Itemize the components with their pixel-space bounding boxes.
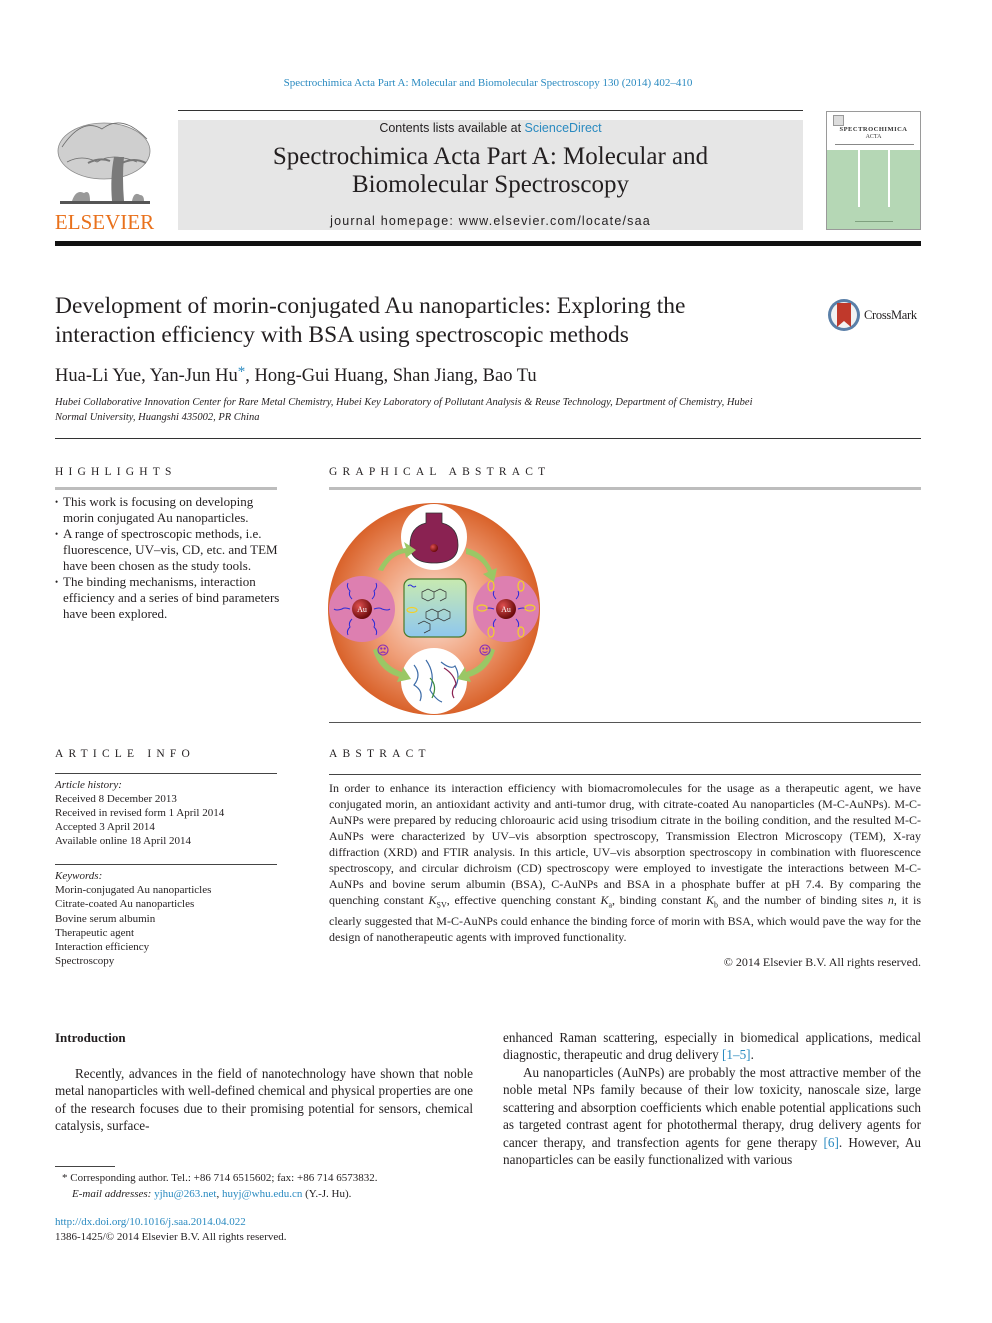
contents-line: Contents lists available at ScienceDirec…: [178, 121, 803, 135]
cover-title-2: ACTA: [865, 134, 882, 140]
doi-link[interactable]: http://dx.doi.org/10.1016/j.saa.2014.04.…: [55, 1216, 246, 1228]
keywords-rule: [55, 864, 277, 865]
article-info-heading: ARTICLE INFO: [55, 748, 195, 760]
highlights-rule: [55, 487, 277, 490]
sciencedirect-link[interactable]: ScienceDirect: [525, 121, 602, 135]
header-bottom-rule: [55, 241, 921, 246]
crossmark-button[interactable]: CrossMark: [827, 298, 927, 334]
article-info-rule: [55, 773, 277, 774]
history-item: Accepted 3 April 2014: [55, 821, 155, 833]
keywords: Keywords: Morin-conjugated Au nanopartic…: [55, 869, 277, 968]
title-divider: [55, 438, 921, 439]
elsevier-logo[interactable]: ELSEVIER: [52, 117, 157, 235]
cover-stripe: [888, 150, 890, 207]
email-line: E-mail addresses: yjhu@263.net, huyj@whu…: [62, 1186, 482, 1202]
keyword-item: Spectroscopy: [55, 955, 115, 968]
authors-part2: , Hong-Gui Huang, Shan Jiang, Bao Tu: [245, 366, 537, 386]
introduction-heading: Introduction: [55, 1030, 126, 1045]
ksv-symbol: K: [428, 893, 437, 907]
kb-symbol: K: [705, 893, 714, 907]
graphical-abstract-rule: [329, 487, 921, 490]
highlight-item: A range of spectroscopic methods, i.e. f…: [55, 526, 280, 574]
article-title-line2: interaction efficiency with BSA using sp…: [55, 322, 629, 348]
graphical-abstract-figure[interactable]: Au Au: [326, 500, 542, 718]
keyword-item: Therapeutic agent: [55, 926, 135, 939]
journal-homepage-link[interactable]: journal homepage: www.elsevier.com/locat…: [178, 214, 803, 228]
paragraph-text: enhanced Raman scattering, especially in…: [503, 1030, 921, 1063]
corresponding-author-note: * Corresponding author. Tel.: +86 714 65…: [62, 1170, 482, 1186]
crossmark-icon: [828, 299, 860, 331]
history-item: Received in revised form 1 April 2014: [55, 807, 225, 819]
journal-title-line2: Biomolecular Spectroscopy: [351, 171, 629, 198]
keyword-item: Citrate-coated Au nanoparticles: [55, 898, 195, 911]
highlight-item: The binding mechanisms, interaction effi…: [55, 574, 280, 622]
abstract-copyright: © 2014 Elsevier B.V. All rights reserved…: [723, 955, 921, 969]
reference-link[interactable]: [6]: [823, 1135, 838, 1150]
keyword-item: Interaction efficiency: [55, 941, 150, 954]
history-item: Received 8 December 2013: [55, 793, 177, 805]
abstract-heading: ABSTRACT: [329, 748, 431, 760]
footnote-rule: [55, 1166, 115, 1167]
email-owner: (Y.-J. Hu).: [302, 1188, 352, 1200]
journal-citation-link[interactable]: Spectrochimica Acta Part A: Molecular an…: [0, 77, 976, 89]
authors-part1: Hua-Li Yue, Yan-Jun Hu: [55, 366, 238, 386]
cover-subtitle-line: [835, 144, 914, 145]
article-title: Development of morin-conjugated Au nanop…: [55, 292, 795, 350]
footnote: * Corresponding author. Tel.: +86 714 65…: [62, 1170, 482, 1202]
highlights-list: This work is focusing on developing mori…: [55, 494, 280, 622]
abstract-text-part: , binding constant: [612, 893, 706, 907]
article-history-label: Article history:: [55, 779, 122, 791]
abstract-text-part: , effective quenching constant: [446, 893, 601, 907]
graphical-abstract-bottom-rule: [329, 722, 921, 723]
keywords-label: Keywords:: [55, 870, 103, 882]
cover-publisher-icon: [833, 115, 844, 126]
intro-paragraph-right-1: enhanced Raman scattering, especially in…: [503, 1029, 921, 1064]
elsevier-wordmark: ELSEVIER: [54, 210, 155, 234]
affiliation-line2: Normal University, Huangshi 435002, PR C…: [55, 412, 260, 423]
affiliation: Hubei Collaborative Innovation Center fo…: [55, 395, 875, 425]
highlight-item: This work is focusing on developing mori…: [55, 494, 280, 526]
intro-paragraph-right-2: Au nanoparticles (AuNPs) are probably th…: [503, 1064, 921, 1168]
affiliation-line1: Hubei Collaborative Innovation Center fo…: [55, 397, 753, 408]
email-link-1[interactable]: yjhu@263.net: [154, 1188, 216, 1200]
reference-link[interactable]: [1–5]: [722, 1047, 751, 1062]
abstract-rule: [329, 774, 921, 775]
cover-footer-line: [855, 221, 893, 222]
history-item: Available online 18 April 2014: [55, 835, 192, 847]
journal-title: Spectrochimica Acta Part A: Molecular an…: [178, 143, 803, 199]
graphical-abstract-diagram: Au Au: [328, 503, 540, 715]
cover-stripe: [858, 150, 860, 207]
ksv-subscript: SV: [436, 900, 447, 910]
abstract-text: In order to enhance its interaction effi…: [329, 780, 921, 945]
email-label: E-mail addresses:: [72, 1188, 152, 1200]
issn-copyright: 1386-1425/© 2014 Elsevier B.V. All right…: [55, 1231, 287, 1243]
keyword-item: Bovine serum albumin: [55, 912, 156, 925]
article-title-line1: Development of morin-conjugated Au nanop…: [55, 293, 686, 319]
header-top-rule: [178, 110, 803, 111]
corresponding-text: Corresponding author. Tel.: +86 714 6515…: [70, 1172, 378, 1184]
keyword-item: Morin-conjugated Au nanoparticles: [55, 884, 212, 897]
footnote-star: *: [62, 1172, 68, 1184]
author-list: Hua-Li Yue, Yan-Jun Hu*, Hong-Gui Huang,…: [55, 364, 537, 387]
journal-title-line1: Spectrochimica Acta Part A: Molecular an…: [272, 143, 709, 170]
email-link-2[interactable]: huyj@whu.edu.cn: [222, 1188, 302, 1200]
abstract-text-part: In order to enhance its interaction effi…: [329, 781, 921, 907]
graphical-abstract-heading: GRAPHICAL ABSTRACT: [329, 466, 551, 478]
highlights-heading: HIGHLIGHTS: [55, 466, 177, 478]
crossmark-label: CrossMark: [864, 308, 917, 322]
paragraph-text: .: [750, 1047, 754, 1063]
article-history: Article history: Received 8 December 201…: [55, 778, 277, 848]
ga-right-au-label: Au: [501, 605, 511, 614]
cover-title-1: SPECTROCHIMICA: [839, 126, 908, 133]
elsevier-tree-icon: [57, 122, 151, 204]
intro-paragraph-left: Recently, advances in the field of nanot…: [55, 1066, 473, 1134]
journal-cover-thumbnail[interactable]: SPECTROCHIMICA ACTA: [826, 111, 921, 230]
ga-left-au-label: Au: [357, 605, 367, 614]
abstract-text-part: and the number of binding sites: [717, 893, 888, 907]
contents-prefix: Contents lists available at: [379, 121, 525, 135]
